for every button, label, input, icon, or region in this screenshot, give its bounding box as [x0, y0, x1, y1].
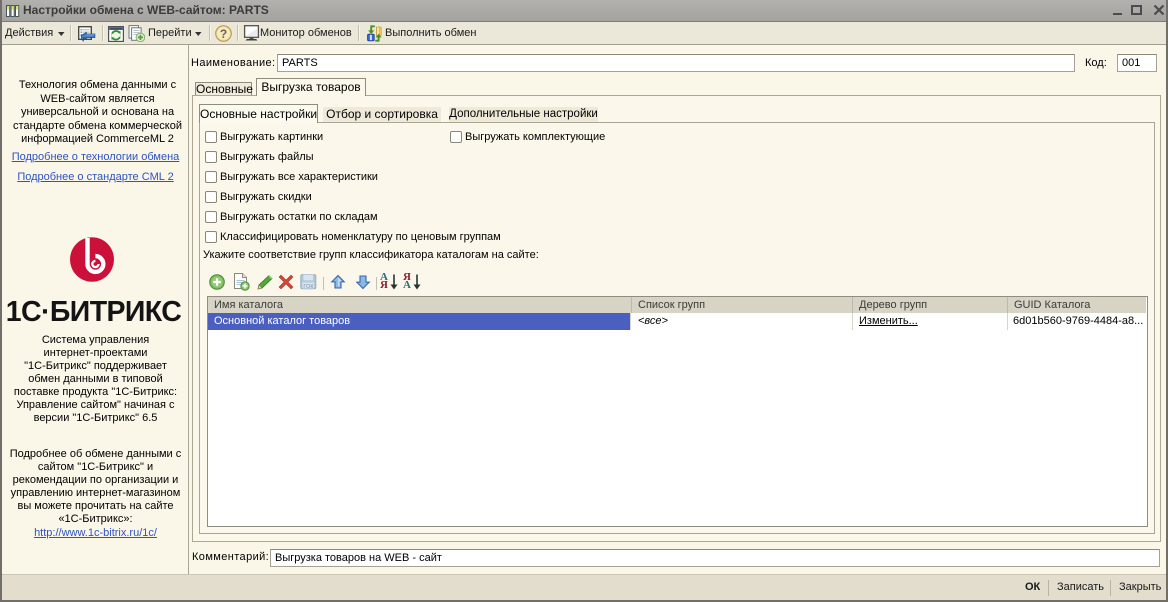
svg-text:?: ?: [220, 27, 227, 41]
svg-text:ГОК: ГОК: [303, 284, 314, 290]
